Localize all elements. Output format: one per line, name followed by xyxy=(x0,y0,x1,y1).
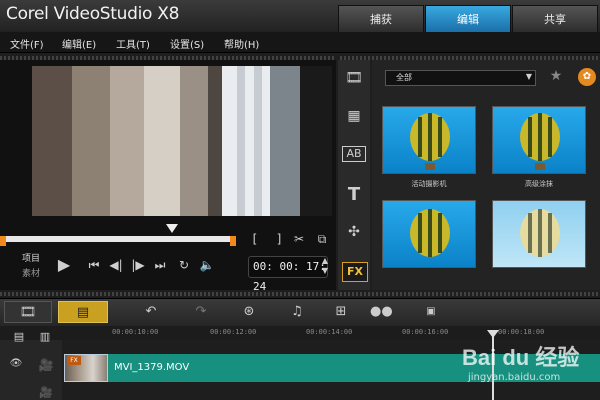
tab-edit[interactable]: 编辑 xyxy=(425,5,511,32)
menu-edit[interactable]: 编辑(E) xyxy=(62,36,96,51)
library-category-bar xyxy=(338,60,370,290)
timeline-view-icon[interactable]: ▤ xyxy=(58,301,108,323)
record-capture-icon[interactable]: ⊛ xyxy=(238,301,260,323)
title-icon[interactable]: T xyxy=(342,184,366,205)
app-title: Corel VideoStudio X8 xyxy=(6,4,180,24)
menu-settings[interactable]: 设置(S) xyxy=(170,36,204,51)
undo-icon[interactable]: ↶ xyxy=(140,301,162,323)
fx-filter-icon[interactable]: FX xyxy=(342,262,368,282)
next-frame-icon[interactable]: |▶ xyxy=(130,258,146,272)
storyboard-view-icon[interactable]: 🎞 xyxy=(4,301,52,323)
ruler-label: 00:00:18:00 xyxy=(498,328,545,336)
ruler-label: 00:00:14:00 xyxy=(306,328,353,336)
mark-out-handle[interactable] xyxy=(230,236,236,246)
mark-in-icon[interactable]: [ xyxy=(248,232,262,246)
video-track-icon[interactable]: 🎥 xyxy=(36,358,56,372)
timecode-display[interactable]: 00: 00: 17: 24 xyxy=(248,256,328,293)
clip-mode-label[interactable]: 素材 xyxy=(22,266,40,279)
play-icon[interactable]: ▶ xyxy=(52,255,76,274)
motion-tracking-icon[interactable]: ⊞ xyxy=(330,301,352,323)
timecode-stepper[interactable]: ▲ ▼ xyxy=(319,256,331,276)
overlay-track-icon[interactable]: 🎥 xyxy=(36,386,56,399)
library-thumb[interactable] xyxy=(492,200,586,268)
home-icon[interactable]: ⏮ xyxy=(86,258,102,273)
fx-badge: FX xyxy=(67,356,81,365)
menu-tools[interactable]: 工具(T) xyxy=(116,36,150,51)
preview-scrubber[interactable] xyxy=(2,236,236,242)
end-icon[interactable]: ⏭ xyxy=(152,258,168,273)
transition-icon[interactable]: AB xyxy=(342,146,366,162)
chapter-point-icon[interactable]: ▥ xyxy=(36,330,54,343)
thumb-label: 高级涂抹 xyxy=(525,180,553,188)
playhead-handle[interactable] xyxy=(487,330,499,338)
clip-name: MVI_1379.MOV xyxy=(114,362,190,373)
ruler-label: 00:00:16:00 xyxy=(402,328,449,336)
thumb-label: 活动摄影机 xyxy=(411,180,447,188)
chevron-down-icon[interactable]: ▼ xyxy=(524,72,534,81)
library-thumb[interactable] xyxy=(382,200,476,268)
project-mode-label[interactable]: 项目 xyxy=(22,251,40,264)
panel-grip[interactable] xyxy=(0,292,600,296)
get-more-icon[interactable]: ✿ xyxy=(578,68,596,86)
redo-icon[interactable]: ↷ xyxy=(190,301,212,323)
multi-camera-icon[interactable]: ▣ xyxy=(420,301,442,323)
tab-capture[interactable]: 捕获 xyxy=(338,5,424,32)
repeat-icon[interactable]: ↻ xyxy=(176,258,192,272)
track-visibility-icon[interactable]: 👁 xyxy=(8,358,24,369)
watermark-logo: Bai du 经验 xyxy=(462,345,580,370)
ruler-label: 00:00:12:00 xyxy=(210,328,257,336)
menu-help[interactable]: 帮助(H) xyxy=(224,36,259,51)
scissors-icon[interactable]: ✂ xyxy=(291,232,307,246)
instant-project-icon[interactable]: ▦ xyxy=(342,108,366,124)
library-thumb[interactable] xyxy=(492,106,586,174)
library-thumb[interactable] xyxy=(382,106,476,174)
ruler-label: 00:00:10:00 xyxy=(112,328,159,336)
subtitle-editor-icon[interactable]: ●● xyxy=(370,301,393,323)
mark-in-handle[interactable] xyxy=(0,236,6,246)
track-manager-icon[interactable]: ▤ xyxy=(10,330,28,343)
prev-frame-icon[interactable]: ◀| xyxy=(108,258,124,272)
volume-icon[interactable]: 🔈 xyxy=(198,258,216,272)
mark-out-icon[interactable]: ] xyxy=(272,232,286,246)
video-preview xyxy=(32,66,332,216)
favorite-star-icon[interactable]: ★ xyxy=(546,68,566,84)
sound-mixer-icon[interactable]: ♫ xyxy=(286,301,308,323)
media-icon[interactable]: 🎞 xyxy=(342,70,366,86)
tab-share[interactable]: 共享 xyxy=(512,5,598,32)
watermark-url: jingyan.baidu.com xyxy=(468,372,561,383)
category-value: 全部 xyxy=(396,73,412,82)
menu-file[interactable]: 文件(F) xyxy=(10,36,44,51)
enlarge-icon[interactable]: ⧉ xyxy=(314,232,330,247)
graphics-icon[interactable]: ✣ xyxy=(342,224,366,240)
category-dropdown[interactable]: 全部 xyxy=(385,70,536,86)
videostudio-window: Corel VideoStudio X8 捕获 编辑 共享 文件(F) 编辑(E… xyxy=(0,0,600,400)
scrubber-thumb[interactable] xyxy=(166,224,178,233)
